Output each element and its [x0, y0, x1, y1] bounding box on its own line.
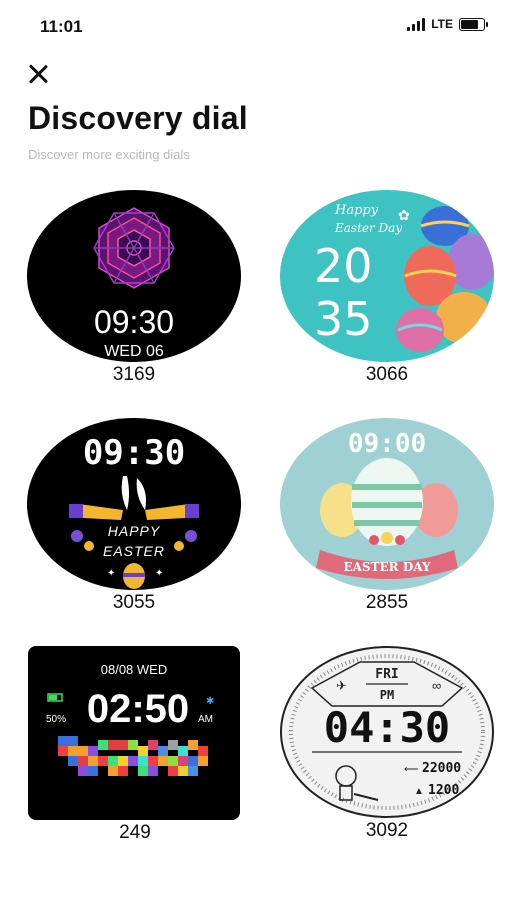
svg-text:⟵: ⟵ [404, 764, 418, 775]
dial-id: 249 [119, 822, 151, 843]
dial-ampm: PM [380, 688, 394, 702]
battery-icon [459, 17, 488, 31]
dial-time: 09:30 [83, 433, 185, 473]
dial-preview: 08/08 WED 50% 02:50 ✱ AM [28, 646, 240, 820]
dial-date: WED 06 [104, 343, 164, 360]
status-time: 11:01 [40, 17, 83, 36]
page-title: Discovery dial [28, 100, 248, 136]
dial-time: 09:30 [94, 304, 174, 340]
dial-banner: EASTER DAY [343, 560, 430, 574]
svg-text:▲: ▲ [414, 786, 424, 797]
status-bar: 11:01 LTE [0, 0, 507, 52]
svg-text:∞: ∞ [432, 678, 441, 693]
dial-time: 02:50 [87, 687, 189, 731]
close-icon[interactable] [26, 62, 50, 86]
dial-preview: FRI PM ✈ ∞ 04:30 ⟵ 22000 ▲ 1200 [280, 646, 494, 818]
dial-preview: 09:30 WED 06 [27, 190, 241, 362]
dial-greeting: Easter Day [334, 221, 402, 235]
dial-id: 3055 [112, 592, 156, 613]
dial-greeting: Happy [334, 203, 379, 218]
dial-ampm: AM [198, 714, 213, 725]
dial-card-3092[interactable]: FRI PM ✈ ∞ 04:30 ⟵ 22000 ▲ 1200 3092 [280, 646, 494, 842]
svg-text:✈: ✈ [336, 678, 347, 693]
dial-preview: Happy Easter Day 20 35 ✿ [280, 190, 494, 362]
dial-steps: 22000 [422, 761, 461, 776]
svg-text:✦: ✦ [107, 568, 115, 579]
dial-card-249[interactable]: 08/08 WED 50% 02:50 ✱ AM 249 [28, 646, 242, 844]
dial-line: HAPPY [108, 523, 161, 539]
dial-day: FRI [375, 667, 398, 682]
dial-id: 3092 [365, 820, 409, 841]
dial-card-3169[interactable]: 09:30 WED 06 3169 [27, 190, 241, 386]
dial-preview: 09:00 EASTER DAY [280, 418, 494, 590]
dial-date: 08/08 WED [101, 662, 167, 677]
status-indicators: LTE [407, 17, 488, 31]
page-subtitle: Discover more exciting dials [28, 147, 190, 162]
dial-card-3055[interactable]: 09:30 HAPPY EASTER ✦ ✦ 3055 [27, 418, 241, 614]
dial-card-2855[interactable]: 09:00 EASTER DAY 2855 [280, 418, 494, 614]
dial-preview: 09:30 HAPPY EASTER ✦ ✦ [27, 418, 241, 590]
dial-calories: 1200 [428, 783, 459, 798]
svg-text:✦: ✦ [155, 568, 163, 579]
dial-line: EASTER [103, 543, 165, 559]
network-type: LTE [431, 17, 453, 31]
dial-id: 3066 [365, 364, 409, 385]
dial-id: 2855 [365, 592, 409, 613]
dial-time: 04:30 [324, 703, 450, 752]
signal-icon [407, 17, 426, 31]
svg-text:✱: ✱ [206, 696, 214, 707]
dial-card-3066[interactable]: Happy Easter Day 20 35 ✿ 3066 [280, 190, 494, 386]
dial-battery: 50% [46, 714, 66, 725]
dial-id: 3169 [112, 364, 156, 385]
svg-text:✿: ✿ [398, 208, 410, 224]
dial-minute: 35 [314, 292, 373, 346]
dial-hour: 20 [314, 239, 373, 293]
dial-time: 09:00 [348, 429, 426, 459]
